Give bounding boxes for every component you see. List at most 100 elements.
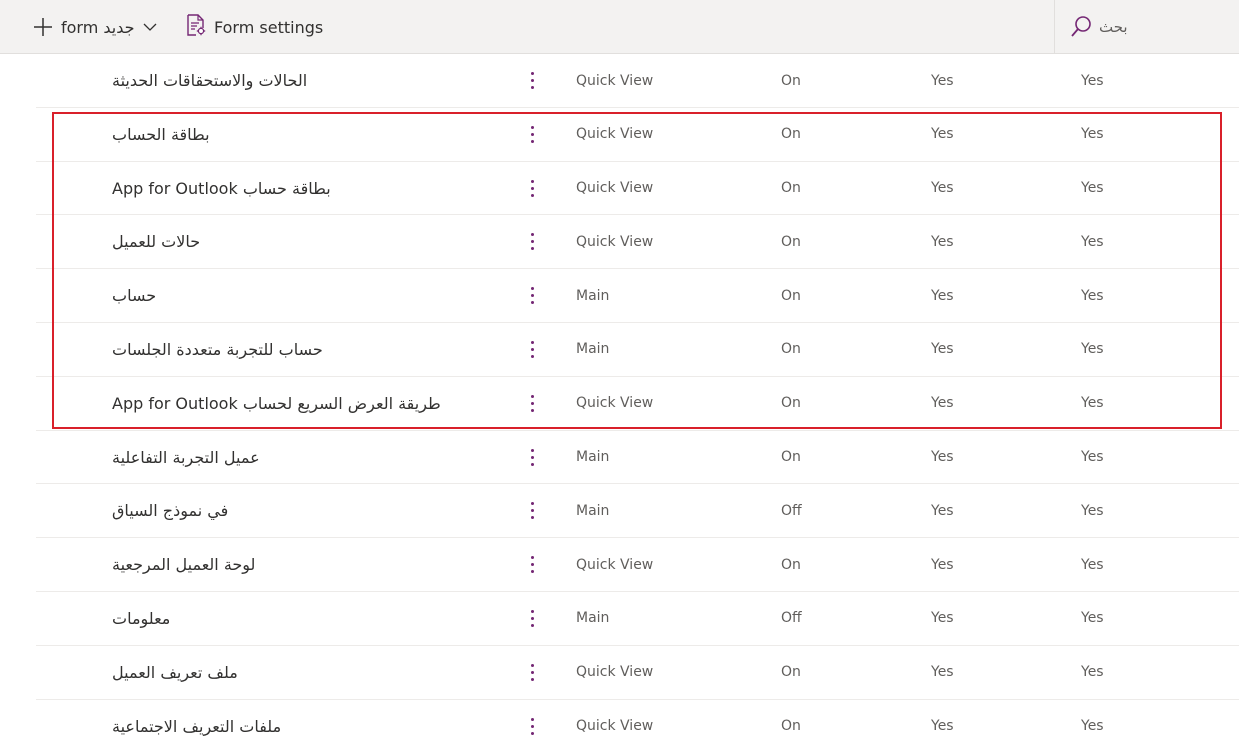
more-options-button[interactable]	[522, 431, 542, 484]
form-name[interactable]: ملفات التعريف الاجتماعية	[112, 700, 281, 746]
more-options-button[interactable]	[522, 323, 542, 376]
form-value-2: Yes	[1081, 718, 1104, 735]
table-row[interactable]: لوحة العميل المرجعية Quick View On Yes Y…	[36, 538, 1239, 592]
form-state: On	[781, 341, 801, 358]
form-name[interactable]: معلومات	[112, 592, 170, 645]
form-name[interactable]: ملف تعريف العميل	[112, 646, 238, 699]
form-state: Off	[781, 502, 802, 519]
form-value-1: Yes	[931, 287, 954, 304]
form-type: Main	[576, 610, 610, 627]
more-options-button[interactable]	[522, 108, 542, 161]
table-row[interactable]: حساب للتجربة متعددة الجلسات Main On Yes …	[36, 323, 1239, 377]
form-value-1: Yes	[931, 233, 954, 250]
form-name[interactable]: طريقة العرض السريع لحساب App for Outlook	[112, 377, 441, 430]
table-row[interactable]: معلومات Main Off Yes Yes	[36, 592, 1239, 646]
form-state: On	[781, 72, 801, 89]
table-row[interactable]: الحالات والاستحقاقات الحديثة Quick View …	[36, 54, 1239, 108]
form-value-1: Yes	[931, 718, 954, 735]
form-type: Main	[576, 287, 610, 304]
form-name[interactable]: حساب	[112, 269, 156, 322]
form-state: On	[781, 395, 801, 412]
more-vertical-icon	[530, 287, 534, 305]
form-value-2: Yes	[1081, 556, 1104, 573]
form-value-1: Yes	[931, 664, 954, 681]
search-icon	[1070, 15, 1092, 39]
form-type: Quick View	[576, 718, 654, 735]
form-value-2: Yes	[1081, 233, 1104, 250]
table-row[interactable]: ملفات التعريف الاجتماعية Quick View On Y…	[36, 700, 1239, 746]
form-state: On	[781, 664, 801, 681]
more-vertical-icon	[530, 448, 534, 466]
form-type: Main	[576, 341, 610, 358]
table-row[interactable]: عميل التجربة التفاعلية Main On Yes Yes	[36, 431, 1239, 485]
more-vertical-icon	[530, 394, 534, 412]
more-vertical-icon	[530, 125, 534, 143]
more-options-button[interactable]	[522, 162, 542, 215]
form-state: On	[781, 126, 801, 143]
form-name[interactable]: في نموذج السياق	[112, 484, 228, 537]
forms-list: الحالات والاستحقاقات الحديثة Quick View …	[0, 54, 1239, 746]
form-settings-button[interactable]: Form settings	[186, 0, 323, 54]
table-row[interactable]: حالات للعميل Quick View On Yes Yes	[36, 215, 1239, 270]
more-options-button[interactable]	[522, 54, 542, 107]
form-value-1: Yes	[931, 449, 954, 466]
more-vertical-icon	[530, 609, 534, 627]
more-options-button[interactable]	[522, 646, 542, 699]
form-value-2: Yes	[1081, 502, 1104, 519]
more-vertical-icon	[530, 72, 534, 89]
form-type: Quick View	[576, 556, 654, 573]
new-form-button[interactable]: form جديد	[32, 0, 159, 54]
new-form-label: form جديد	[61, 17, 135, 37]
form-value-2: Yes	[1081, 180, 1104, 197]
table-row[interactable]: ملف تعريف العميل Quick View On Yes Yes	[36, 646, 1239, 700]
chevron-down-icon	[143, 19, 159, 35]
search-input[interactable]	[1099, 14, 1229, 40]
form-type: Main	[576, 502, 610, 519]
command-bar: form جديد Form settings	[0, 0, 1239, 54]
form-value-2: Yes	[1081, 126, 1104, 143]
more-options-button[interactable]	[522, 700, 542, 746]
form-name[interactable]: بطاقة الحساب	[112, 108, 210, 161]
form-type: Quick View	[576, 72, 654, 89]
form-name[interactable]: لوحة العميل المرجعية	[112, 538, 255, 591]
form-state: On	[781, 180, 801, 197]
form-value-2: Yes	[1081, 395, 1104, 412]
more-vertical-icon	[530, 179, 534, 197]
table-row[interactable]: بطاقة الحساب Quick View On Yes Yes	[36, 108, 1239, 162]
form-name[interactable]: بطاقة حساب App for Outlook	[112, 162, 331, 215]
form-state: Off	[781, 610, 802, 627]
form-type: Quick View	[576, 126, 654, 143]
form-value-1: Yes	[931, 126, 954, 143]
form-value-1: Yes	[931, 341, 954, 358]
more-options-button[interactable]	[522, 269, 542, 322]
form-value-2: Yes	[1081, 72, 1104, 89]
table-row[interactable]: بطاقة حساب App for Outlook Quick View On…	[36, 162, 1239, 216]
form-value-1: Yes	[931, 72, 954, 89]
table-row[interactable]: في نموذج السياق Main Off Yes Yes	[36, 484, 1239, 539]
form-name[interactable]: الحالات والاستحقاقات الحديثة	[112, 54, 307, 107]
form-name[interactable]: حساب للتجربة متعددة الجلسات	[112, 323, 323, 376]
form-value-1: Yes	[931, 180, 954, 197]
form-state: On	[781, 287, 801, 304]
form-value-2: Yes	[1081, 610, 1104, 627]
more-vertical-icon	[530, 717, 534, 735]
form-value-2: Yes	[1081, 287, 1104, 304]
more-options-button[interactable]	[522, 215, 542, 268]
more-vertical-icon	[530, 502, 534, 520]
form-settings-label: Form settings	[214, 17, 324, 37]
more-options-button[interactable]	[522, 377, 542, 430]
table-row[interactable]: حساب Main On Yes Yes	[36, 269, 1239, 323]
form-state: On	[781, 449, 801, 466]
form-name[interactable]: عميل التجربة التفاعلية	[112, 431, 260, 484]
search-box[interactable]	[1054, 0, 1239, 54]
form-name[interactable]: حالات للعميل	[112, 215, 200, 268]
form-type: Main	[576, 449, 610, 466]
more-options-button[interactable]	[522, 538, 542, 591]
form-state: On	[781, 556, 801, 573]
form-value-2: Yes	[1081, 664, 1104, 681]
more-options-button[interactable]	[522, 592, 542, 645]
table-row[interactable]: طريقة العرض السريع لحساب App for Outlook…	[36, 377, 1239, 431]
more-vertical-icon	[530, 556, 534, 574]
more-options-button[interactable]	[522, 484, 542, 537]
form-value-2: Yes	[1081, 449, 1104, 466]
